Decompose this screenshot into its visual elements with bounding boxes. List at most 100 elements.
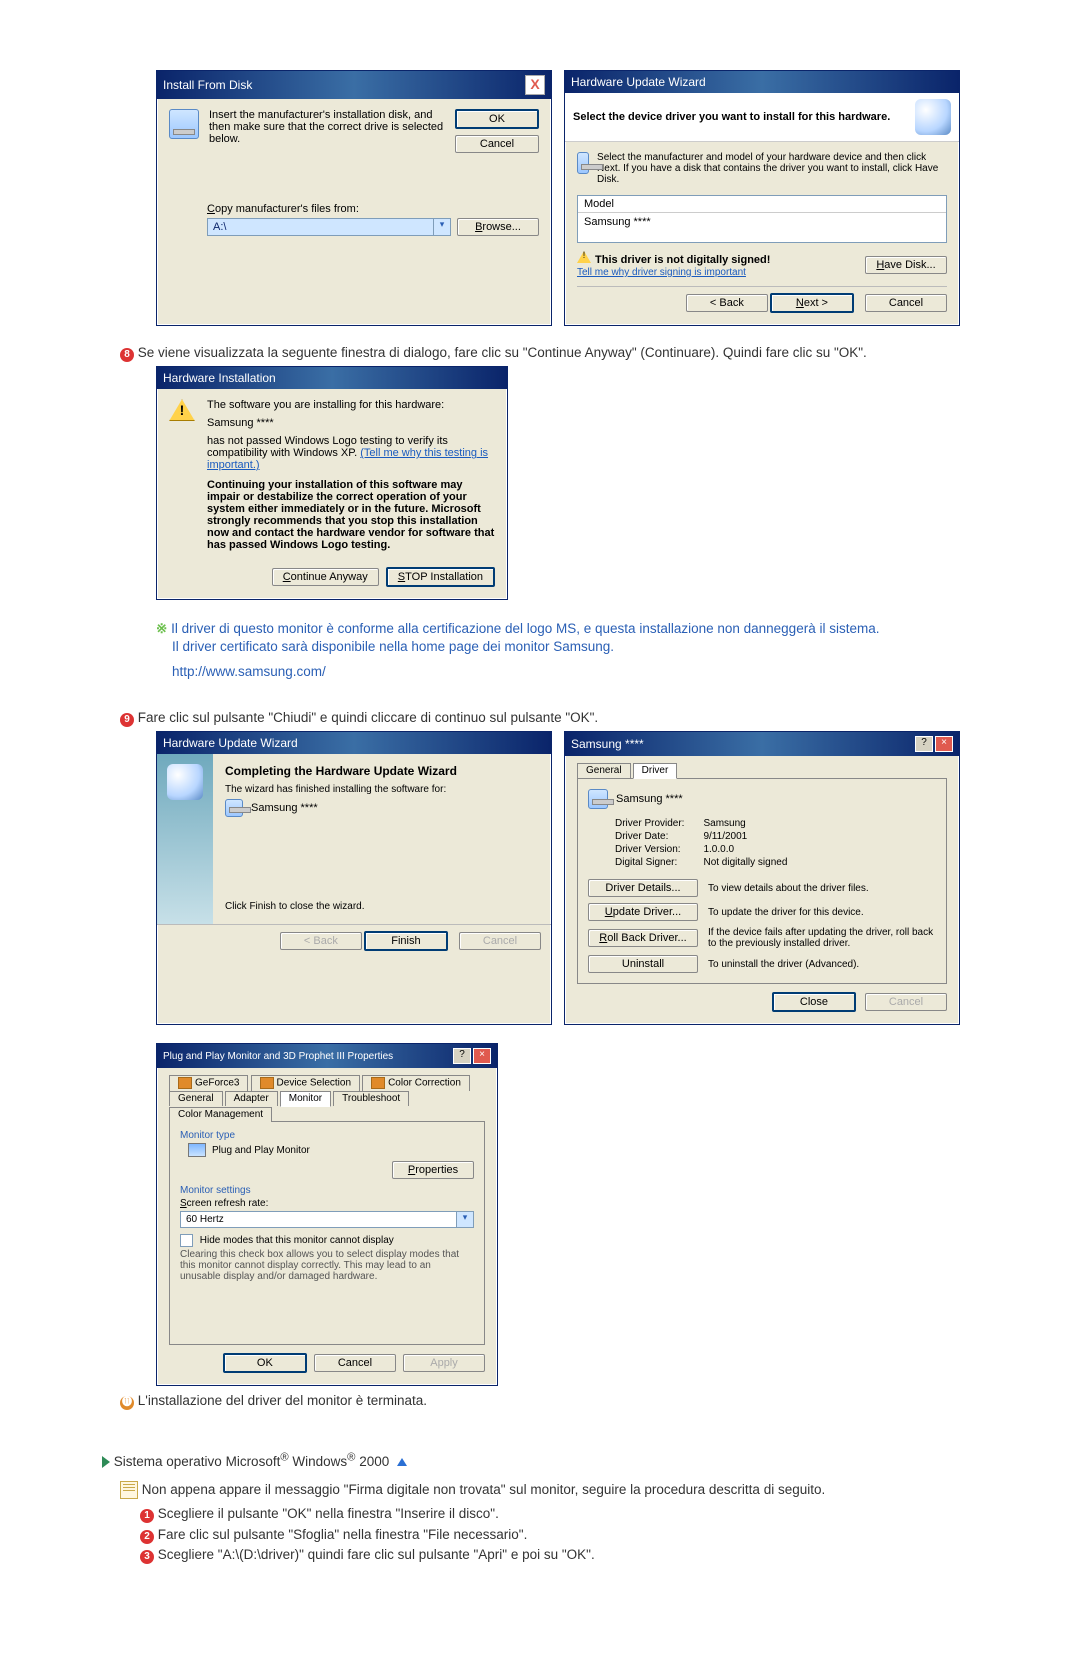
wizard-heading: Select the device driver you want to ins…	[573, 111, 907, 123]
line-1: The software you are installing for this…	[207, 399, 495, 411]
window-title: Hardware Installation	[163, 371, 276, 385]
tab-row: General Driver	[577, 762, 947, 779]
help-icon[interactable]: ?	[453, 1048, 471, 1064]
continue-anyway-button[interactable]: Continue Anyway	[272, 568, 379, 586]
step-9-text: Fare clic sul pulsante "Chiudi" e quindi…	[138, 710, 598, 725]
refresh-rate-select[interactable]: 60 Hertz	[181, 1212, 456, 1227]
titlebar: Hardware Update Wizard	[157, 732, 551, 754]
close-button[interactable]: Close	[772, 992, 856, 1012]
back-button: < Back	[280, 932, 362, 950]
driver-details-desc: To view details about the driver files.	[708, 883, 936, 894]
bullet-arrow-icon	[102, 1456, 110, 1468]
cancel-button[interactable]: Cancel	[455, 135, 539, 153]
note-marker-icon: ※	[156, 621, 167, 636]
titlebar: Hardware Update Wizard	[565, 71, 959, 93]
properties-button[interactable]: Properties	[392, 1161, 474, 1179]
monitor-settings-label: Monitor settings	[180, 1185, 474, 1196]
rollback-driver-desc: If the device fails after updating the d…	[708, 927, 936, 949]
refresh-rate-label: Screen refresh rate:	[180, 1198, 474, 1209]
tab-row-1: GeForce3 Device Selection Color Correcti…	[169, 1074, 485, 1090]
rollback-driver-button[interactable]: Roll Back Driver...	[588, 929, 698, 947]
driver-info-table: Driver Provider:Samsung Driver Date:9/11…	[614, 817, 788, 869]
hide-modes-label: Hide modes that this monitor cannot disp…	[200, 1235, 394, 1246]
wizard-heading: Completing the Hardware Update Wizard	[225, 764, 539, 778]
window-title: Install From Disk	[163, 78, 252, 92]
instruction-text: Insert the manufacturer's installation d…	[209, 109, 445, 153]
tab-general[interactable]: General	[169, 1091, 223, 1106]
hide-modes-checkbox[interactable]	[180, 1234, 193, 1247]
dropdown-icon[interactable]: ▾	[433, 219, 450, 235]
driver-properties-dialog: Samsung **** ? × General Driver Samsung …	[564, 731, 960, 1025]
path-input[interactable]: A:\	[208, 219, 433, 235]
step-10-text: L'installazione del driver del monitor è…	[138, 1393, 427, 1408]
device-name: Samsung ****	[616, 793, 683, 805]
window-title: Hardware Update Wizard	[571, 75, 706, 89]
warning-bold-text: Continuing your installation of this sof…	[207, 479, 494, 551]
tab-adapter[interactable]: Adapter	[225, 1091, 278, 1106]
samsung-url-link[interactable]: http://www.samsung.com/	[172, 664, 326, 679]
step-marker-1: 1	[140, 1509, 154, 1523]
back-button[interactable]: < Back	[686, 294, 768, 312]
hardware-installation-dialog: Hardware Installation The software you a…	[156, 366, 508, 600]
doc-icon	[120, 1481, 138, 1499]
next-button[interactable]: Next >	[770, 293, 854, 313]
win2000-intro: Non appena appare il messaggio "Firma di…	[142, 1482, 825, 1497]
wizard-line: The wizard has finished installing the s…	[225, 784, 539, 795]
window-title: Hardware Update Wizard	[163, 736, 298, 750]
win2000-step-1: Scegliere il pulsante "OK" nella finestr…	[158, 1506, 499, 1521]
connector-icon	[915, 99, 951, 135]
warning-icon	[577, 251, 591, 263]
browse-button[interactable]: Browse...	[457, 218, 539, 236]
win2000-step-2: Fare clic sul pulsante "Sfoglia" nella f…	[158, 1527, 528, 1542]
hide-modes-description: Clearing this check box allows you to se…	[180, 1249, 474, 1282]
monitor-type-label: Monitor type	[180, 1130, 474, 1141]
tab-color-correction[interactable]: Color Correction	[362, 1075, 470, 1091]
update-driver-desc: To update the driver for this device.	[708, 907, 936, 918]
step-marker-2: 2	[140, 1530, 154, 1544]
cancel-button[interactable]: Cancel	[314, 1354, 396, 1372]
pnp-monitor-properties-dialog: Plug and Play Monitor and 3D Prophet III…	[156, 1043, 498, 1386]
ok-button[interactable]: OK	[455, 109, 539, 129]
tab-device-selection[interactable]: Device Selection	[251, 1075, 360, 1091]
tab-general[interactable]: General	[577, 763, 631, 778]
cancel-button[interactable]: Cancel	[865, 294, 947, 312]
titlebar: Plug and Play Monitor and 3D Prophet III…	[157, 1044, 497, 1068]
win2000-step-3: Scegliere "A:\(D:\driver)" quindi fare c…	[158, 1547, 595, 1562]
close-icon[interactable]: ×	[935, 736, 953, 752]
signing-info-link[interactable]: Tell me why driver signing is important	[577, 267, 746, 278]
tab-icon	[371, 1077, 385, 1089]
have-disk-button[interactable]: Have Disk...	[865, 256, 947, 274]
monitor-icon	[588, 789, 608, 809]
close-icon[interactable]: ×	[473, 1048, 491, 1064]
update-driver-button[interactable]: Update Driver...	[588, 903, 698, 921]
tab-driver[interactable]: Driver	[633, 763, 678, 779]
tab-icon	[178, 1077, 192, 1089]
ok-button[interactable]: OK	[223, 1353, 307, 1373]
up-arrow-icon[interactable]	[397, 1458, 407, 1466]
titlebar: Samsung **** ? ×	[565, 732, 959, 756]
note-line-1: Il driver di questo monitor è conforme a…	[171, 621, 879, 636]
finish-button[interactable]: Finish	[364, 931, 448, 951]
monitor-type-value: Plug and Play Monitor	[212, 1145, 310, 1156]
close-icon[interactable]: X	[525, 75, 545, 95]
stop-installation-button[interactable]: STOP Installation	[386, 567, 495, 587]
wizard-footer: Click Finish to close the wizard.	[225, 901, 539, 912]
dropdown-icon[interactable]: ▾	[456, 1212, 473, 1227]
connector-icon	[167, 764, 203, 800]
uninstall-desc: To uninstall the driver (Advanced).	[708, 959, 936, 970]
tab-monitor[interactable]: Monitor	[280, 1091, 331, 1107]
hardware-update-wizard-complete: Hardware Update Wizard Completing the Ha…	[156, 731, 552, 1025]
tab-troubleshoot[interactable]: Troubleshoot	[333, 1091, 409, 1106]
wizard-sidebar	[157, 754, 213, 924]
driver-details-button[interactable]: Driver Details...	[588, 879, 698, 897]
step-marker-3: 3	[140, 1550, 154, 1564]
uninstall-button[interactable]: Uninstall	[588, 955, 698, 973]
help-icon[interactable]: ?	[915, 736, 933, 752]
tab-icon	[260, 1077, 274, 1089]
install-from-disk-dialog: Install From Disk X Insert the manufactu…	[156, 70, 552, 326]
note-line-2: Il driver certificato sarà disponibile n…	[172, 638, 614, 656]
apply-button: Apply	[403, 1354, 485, 1372]
model-row[interactable]: Samsung ****	[578, 213, 946, 242]
tab-color-management[interactable]: Color Management	[169, 1107, 272, 1122]
tab-geforce3[interactable]: GeForce3	[169, 1075, 248, 1091]
